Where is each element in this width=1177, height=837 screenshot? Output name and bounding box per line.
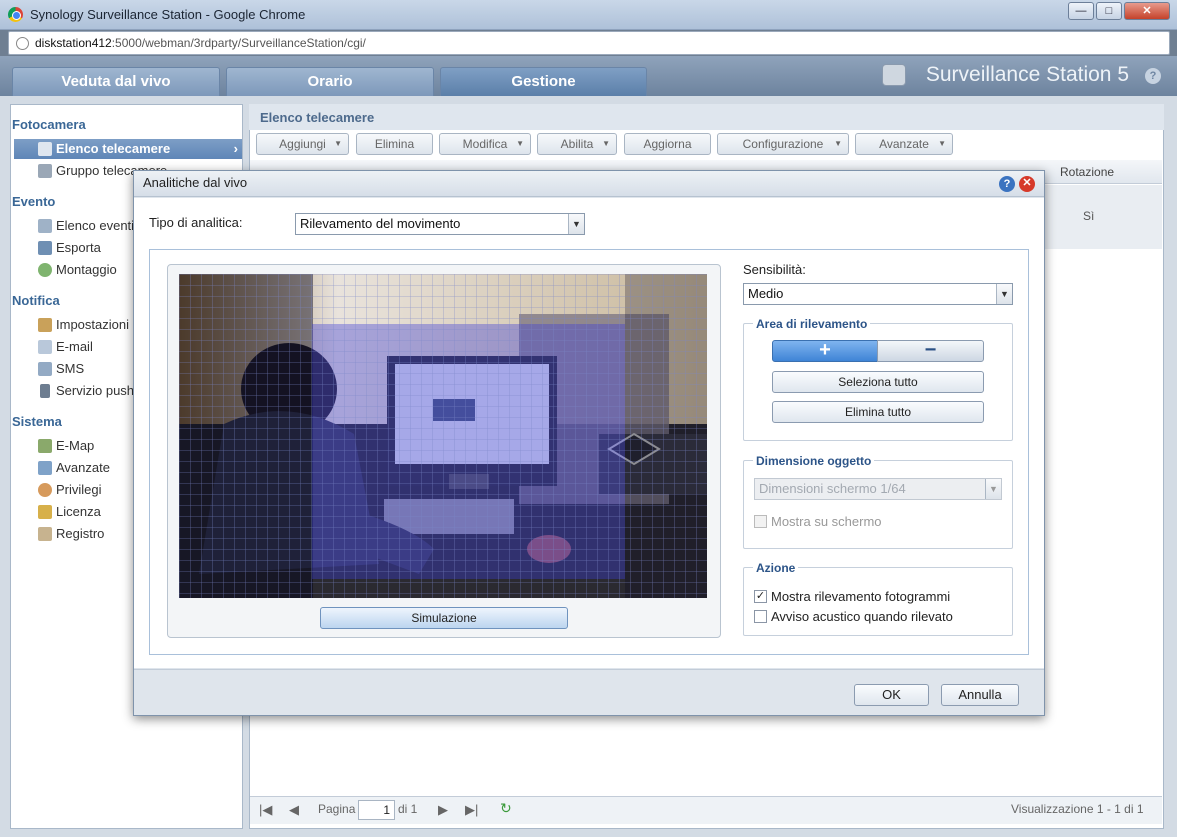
object-size-legend: Dimensione oggetto xyxy=(753,454,875,468)
address-bar[interactable]: diskstation412:5000/webman/3rdparty/Surv… xyxy=(8,31,1170,55)
first-page-icon[interactable]: |◀ xyxy=(259,802,272,818)
chevron-down-icon: ▼ xyxy=(568,214,584,234)
camera-image xyxy=(179,274,707,598)
chevron-down-icon: ▼ xyxy=(985,479,1001,499)
dropdown-arrow-icon: ▼ xyxy=(834,139,842,148)
key-icon xyxy=(38,505,52,519)
beep-label: Avviso acustico quando rilevato xyxy=(771,609,953,624)
show-on-screen-label: Mostra su schermo xyxy=(771,514,882,529)
page-label: Pagina xyxy=(318,802,356,816)
edit-button[interactable]: Modifica ▼ xyxy=(439,133,531,155)
beep-checkbox[interactable] xyxy=(754,610,767,623)
chrome-icon xyxy=(8,7,23,22)
ok-button[interactable]: OK xyxy=(854,684,929,706)
dropdown-arrow-icon: ▼ xyxy=(602,139,610,148)
tab-timeline[interactable]: Orario xyxy=(226,67,434,96)
book-icon xyxy=(38,527,52,541)
page-input[interactable]: 1 xyxy=(358,800,395,820)
surveillance-camera-icon xyxy=(882,64,906,86)
show-frames-checkbox[interactable]: ✓ xyxy=(754,590,767,603)
column-header-rotation[interactable]: Rotazione xyxy=(1060,165,1114,179)
advanced-button[interactable]: Avanzate ▼ xyxy=(855,133,953,155)
sensitivity-select[interactable]: Medio ▼ xyxy=(743,283,1013,305)
window-title: Synology Surveillance Station - Google C… xyxy=(30,7,306,22)
main-panel-header xyxy=(249,104,1164,130)
camera-preview[interactable] xyxy=(179,274,707,598)
dropdown-arrow-icon: ▼ xyxy=(334,139,342,148)
help-icon[interactable]: ? xyxy=(1145,68,1161,84)
sensitivity-label: Sensibilità: xyxy=(743,262,806,277)
refresh-button[interactable]: Aggiorna xyxy=(624,133,711,155)
object-size-group xyxy=(743,460,1013,549)
cell-rotation: Sì xyxy=(1083,209,1095,223)
add-button[interactable]: Aggiungi ▼ xyxy=(256,133,349,155)
delete-all-button[interactable]: Elimina tutto xyxy=(772,401,984,423)
cancel-button[interactable]: Annulla xyxy=(941,684,1019,706)
detection-area-legend: Area di rilevamento xyxy=(753,317,871,331)
refresh-icon[interactable]: ↻ xyxy=(500,800,512,817)
chevron-right-icon: › xyxy=(233,141,238,156)
dialog-title: Analitiche dal vivo xyxy=(143,175,248,190)
export-icon xyxy=(38,241,52,255)
sms-icon xyxy=(38,362,52,376)
prev-page-icon[interactable]: ◀ xyxy=(289,802,299,818)
tab-management[interactable]: Gestione xyxy=(440,67,647,96)
next-page-icon[interactable]: ▶ xyxy=(438,802,448,818)
users-icon xyxy=(38,483,52,497)
configuration-button[interactable]: Configurazione ▼ xyxy=(717,133,849,155)
remove-area-button[interactable]: − xyxy=(877,340,984,362)
sidebar-section-notification: Notifica xyxy=(12,293,60,308)
sidebar-item-camera-list[interactable]: Elenco telecamere › xyxy=(14,139,242,159)
dialog-header xyxy=(134,171,1044,197)
camera-group-icon xyxy=(38,164,52,178)
chevron-down-icon: ▼ xyxy=(996,284,1012,304)
display-count: Visualizzazione 1 - 1 di 1 xyxy=(1011,802,1144,816)
show-on-screen-checkbox xyxy=(754,515,767,528)
list-icon xyxy=(38,219,52,233)
mobile-icon xyxy=(40,384,50,398)
page-total: di 1 xyxy=(398,802,418,816)
enable-button[interactable]: Abilita ▼ xyxy=(537,133,617,155)
add-area-button[interactable]: + xyxy=(772,340,878,362)
delete-button[interactable]: Elimina xyxy=(356,133,433,155)
last-page-icon[interactable]: ▶| xyxy=(465,802,478,818)
page-title: Elenco telecamere xyxy=(260,110,375,125)
maximize-button[interactable]: □ xyxy=(1096,2,1122,20)
sidebar-section-event: Evento xyxy=(12,194,56,209)
browser-titlebar: Synology Surveillance Station - Google C… xyxy=(0,0,1177,30)
simulate-button[interactable]: Simulazione xyxy=(320,607,568,629)
dropdown-arrow-icon: ▼ xyxy=(938,139,946,148)
url-text[interactable]: diskstation412:5000/webman/3rdparty/Surv… xyxy=(35,36,366,50)
dropdown-arrow-icon: ▼ xyxy=(516,139,524,148)
page-info-icon[interactable] xyxy=(16,37,29,50)
mail-icon xyxy=(38,340,52,354)
wrench-icon xyxy=(38,318,52,332)
tab-live-view[interactable]: Veduta dal vivo xyxy=(12,67,220,96)
sidebar-section-system: Sistema xyxy=(12,414,62,429)
object-size-select: Dimensioni schermo 1/64 ▼ xyxy=(754,478,1002,500)
camera-icon xyxy=(38,142,52,156)
action-legend: Azione xyxy=(753,561,799,575)
analytics-type-select[interactable]: Rilevamento del movimento ▼ xyxy=(295,213,585,235)
show-frames-label: Mostra rilevamento fotogrammi xyxy=(771,589,951,604)
brand-title: Surveillance Station 5 xyxy=(925,63,1129,86)
dialog-close-icon[interactable]: ✕ xyxy=(1019,176,1035,192)
montage-icon xyxy=(38,263,52,277)
dialog-help-icon[interactable]: ? xyxy=(999,176,1015,192)
sidebar-section-camera: Fotocamera xyxy=(12,117,86,132)
select-all-button[interactable]: Seleziona tutto xyxy=(772,371,984,393)
close-window-button[interactable]: ✕ xyxy=(1124,2,1170,20)
advanced-icon xyxy=(38,461,52,475)
map-icon xyxy=(38,439,52,453)
analytics-type-label: Tipo di analitica: xyxy=(149,215,243,230)
minimize-button[interactable]: — xyxy=(1068,2,1094,20)
